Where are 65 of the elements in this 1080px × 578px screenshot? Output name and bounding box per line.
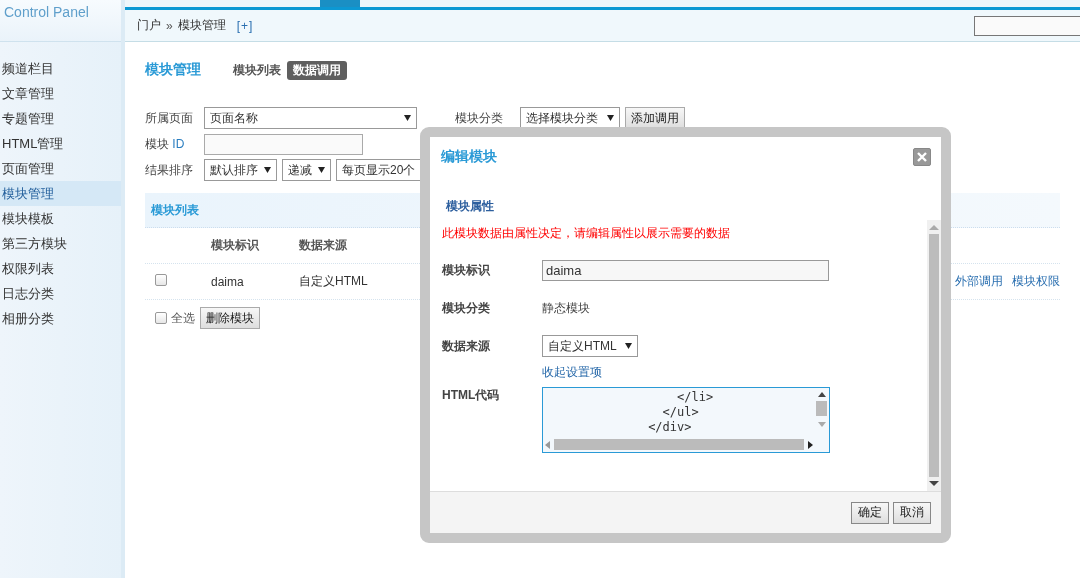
- add-link[interactable]: [+]: [236, 18, 254, 33]
- dropdown[interactable]: 页面名称: [204, 107, 417, 129]
- sidebar-item[interactable]: 专题管理: [0, 106, 121, 131]
- sidebar-item[interactable]: 权限列表: [0, 256, 121, 281]
- code-line: </li>: [676, 390, 715, 405]
- sidebar-item[interactable]: 相册分类: [0, 306, 121, 331]
- sidebar-item[interactable]: 页面管理: [0, 156, 121, 181]
- caret-icon: [625, 343, 632, 349]
- caret-icon: [264, 167, 271, 173]
- text-field[interactable]: daima: [542, 259, 829, 281]
- field-label: 数据来源: [442, 338, 490, 353]
- scrollbar[interactable]: [927, 220, 941, 491]
- sidebar-item[interactable]: 第三方模块: [0, 231, 121, 256]
- field-label: 模块标识: [442, 262, 490, 277]
- close-button[interactable]: [913, 148, 931, 166]
- delete-button[interactable]: 删除模块: [200, 307, 260, 329]
- select-all-label: 全选: [171, 309, 195, 327]
- sidebar-item[interactable]: 模块管理: [0, 181, 121, 206]
- column-header: 数据来源: [299, 237, 348, 254]
- id-field[interactable]: [204, 133, 363, 155]
- code-line: </ul>: [661, 405, 700, 420]
- action-link[interactable]: 模块权限: [1012, 273, 1060, 290]
- dropdown[interactable]: 递减: [282, 159, 331, 181]
- sidebar-item[interactable]: 频道栏目: [0, 56, 121, 81]
- field-label: 模块 ID: [145, 135, 186, 153]
- field-value: 静态模块: [542, 300, 590, 315]
- dropdown[interactable]: 选择模块分类: [520, 107, 620, 129]
- dropdown[interactable]: 默认排序: [204, 159, 277, 181]
- page-title: 模块管理: [145, 61, 201, 79]
- field-label: 所属页面: [145, 109, 194, 127]
- field-label: HTML代码: [442, 388, 500, 402]
- code-field[interactable]: </li> </ul> </div>: [542, 387, 830, 453]
- sidebar-item[interactable]: 文章管理: [0, 81, 121, 106]
- tab[interactable]: 模块列表: [227, 60, 287, 80]
- field-label: 结果排序: [145, 161, 194, 179]
- table-cell-text: daima: [211, 274, 245, 289]
- dialog-title: 编辑模块: [441, 148, 497, 166]
- control-panel-title: Control Panel: [4, 4, 89, 20]
- caret-icon: [404, 115, 411, 121]
- section-heading: 模块属性: [446, 199, 494, 213]
- field-label: 模块分类: [455, 109, 504, 127]
- add-button[interactable]: 添加调用: [625, 107, 685, 129]
- breadcrumb-item[interactable]: 门户: [137, 17, 161, 34]
- table-cell-text: 自定义HTML: [299, 273, 369, 290]
- tab[interactable]: 数据调用: [287, 60, 347, 80]
- dialog-button[interactable]: 确定: [851, 501, 889, 524]
- sidebar-item[interactable]: HTML管理: [0, 131, 121, 156]
- code-line: </div>: [647, 420, 693, 435]
- dropdown[interactable]: 自定义HTML: [542, 335, 638, 357]
- checkbox[interactable]: [155, 312, 167, 324]
- dialog-button[interactable]: 取消: [893, 501, 931, 524]
- close-icon: [917, 152, 927, 162]
- caret-icon: [607, 115, 614, 121]
- sidebar-item[interactable]: 日志分类: [0, 281, 121, 306]
- caret-icon: [318, 167, 325, 173]
- breadcrumb-separator: »: [166, 18, 173, 33]
- sidebar-item[interactable]: 模块模板: [0, 206, 121, 231]
- checkbox[interactable]: [155, 274, 167, 286]
- search-field[interactable]: [974, 15, 1080, 36]
- field-label: 模块分类: [442, 300, 490, 315]
- notice-text: 此模块数据由属性决定，请编辑属性以展示需要的数据: [442, 225, 731, 242]
- breadcrumb-item[interactable]: 模块管理: [177, 17, 226, 34]
- collapse-link[interactable]: 收起设置项: [542, 364, 602, 379]
- column-header: 模块标识: [211, 237, 260, 254]
- action-link[interactable]: 外部调用: [955, 273, 1003, 290]
